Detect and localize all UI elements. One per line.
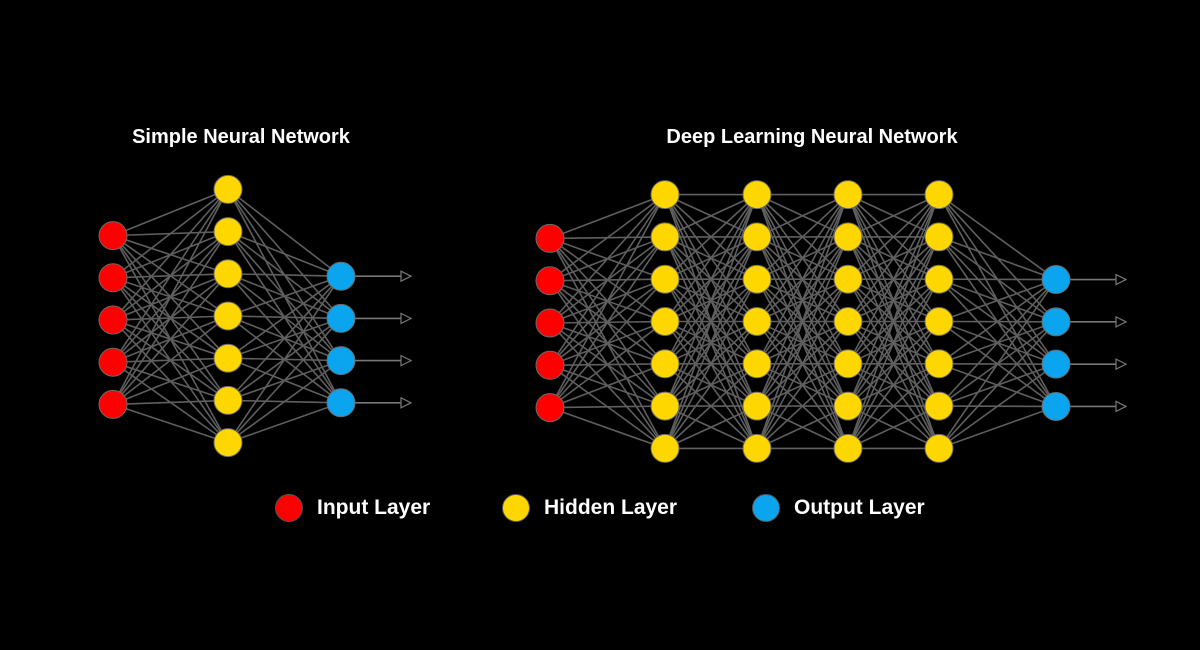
deep-output-layer-5 bbox=[1041, 265, 1071, 421]
hidden-node bbox=[742, 391, 772, 421]
output-node bbox=[1041, 307, 1071, 337]
hidden-node bbox=[213, 428, 243, 458]
hidden-node bbox=[742, 307, 772, 336]
hidden-node bbox=[924, 433, 954, 463]
hidden-node bbox=[650, 180, 680, 210]
hidden-node bbox=[742, 222, 772, 252]
input-node-icon bbox=[275, 494, 303, 522]
connection bbox=[227, 275, 342, 359]
hidden-node bbox=[924, 222, 954, 252]
connection bbox=[112, 188, 229, 363]
simple-output-layer-2 bbox=[326, 261, 356, 418]
output-node bbox=[326, 388, 356, 418]
legend-output-label: Output Layer bbox=[794, 496, 925, 519]
legend-input-label: Input Layer bbox=[317, 496, 431, 519]
legend-hidden: Hidden Layer bbox=[502, 494, 677, 522]
hidden-node bbox=[650, 391, 680, 421]
connection bbox=[549, 194, 666, 408]
hidden-node bbox=[924, 264, 954, 294]
simple-hidden-layer-1 bbox=[213, 174, 243, 458]
hidden-node bbox=[833, 433, 863, 463]
hidden-node bbox=[650, 349, 680, 379]
connection bbox=[938, 236, 1057, 281]
hidden-node bbox=[924, 391, 954, 421]
connection bbox=[227, 188, 342, 277]
deep-learning-neural-network bbox=[535, 180, 1126, 463]
hidden-node bbox=[213, 174, 243, 204]
hidden-node bbox=[833, 349, 863, 379]
hidden-node bbox=[650, 307, 680, 336]
input-node bbox=[535, 393, 565, 423]
hidden-node bbox=[213, 385, 243, 415]
connection bbox=[938, 321, 1057, 449]
legend-hidden-label: Hidden Layer bbox=[544, 496, 678, 519]
legend-input: Input Layer bbox=[275, 494, 430, 522]
connection bbox=[112, 188, 229, 237]
simple-network-title: Simple Neural Network bbox=[132, 126, 350, 148]
output-node bbox=[326, 346, 356, 376]
hidden-node bbox=[650, 433, 680, 463]
legend-output: Output Layer bbox=[752, 494, 925, 522]
connection bbox=[112, 231, 229, 405]
hidden-node-icon bbox=[502, 494, 530, 522]
hidden-node bbox=[833, 264, 863, 294]
connection bbox=[938, 193, 1057, 281]
output-node bbox=[326, 261, 356, 291]
deep-network-title: Deep Learning Neural Network bbox=[666, 126, 958, 148]
input-node bbox=[535, 223, 565, 253]
hidden-node bbox=[833, 180, 863, 210]
input-node bbox=[98, 389, 128, 419]
connection bbox=[227, 359, 342, 444]
output-node bbox=[1041, 265, 1071, 295]
hidden-node bbox=[213, 343, 243, 373]
output-node bbox=[1041, 349, 1071, 379]
connection bbox=[549, 194, 666, 324]
connection bbox=[549, 405, 666, 409]
input-node bbox=[535, 308, 565, 338]
connection bbox=[112, 315, 229, 406]
hidden-node bbox=[833, 222, 863, 252]
connection bbox=[938, 405, 1057, 450]
hidden-node bbox=[213, 301, 243, 331]
hidden-node bbox=[833, 391, 863, 421]
hidden-node bbox=[742, 349, 772, 379]
simple-neural-network bbox=[98, 174, 411, 458]
hidden-node bbox=[924, 180, 954, 210]
input-node bbox=[98, 347, 128, 377]
input-node bbox=[98, 263, 128, 293]
deep-connections bbox=[549, 193, 1057, 450]
hidden-node bbox=[650, 264, 680, 294]
connection bbox=[227, 275, 342, 317]
hidden-node bbox=[742, 264, 772, 294]
hidden-node bbox=[924, 307, 954, 336]
hidden-node bbox=[213, 217, 243, 247]
input-node bbox=[535, 350, 565, 380]
output-node-icon bbox=[752, 494, 780, 522]
hidden-node bbox=[650, 222, 680, 252]
hidden-node bbox=[742, 433, 772, 463]
connection bbox=[549, 193, 666, 240]
input-node bbox=[98, 305, 128, 335]
connection bbox=[549, 363, 666, 409]
hidden-node bbox=[833, 307, 863, 336]
connection bbox=[549, 406, 666, 450]
output-node bbox=[1041, 391, 1071, 421]
connection bbox=[227, 317, 342, 444]
hidden-node bbox=[213, 259, 243, 289]
connection bbox=[227, 275, 342, 444]
hidden-node bbox=[924, 349, 954, 379]
connection bbox=[227, 402, 342, 444]
connection bbox=[227, 230, 342, 277]
neural-network-diagram bbox=[98, 174, 1200, 463]
output-node bbox=[326, 303, 356, 333]
input-node bbox=[535, 266, 565, 296]
input-node bbox=[98, 221, 128, 251]
connection bbox=[112, 188, 229, 279]
connection bbox=[112, 399, 229, 406]
hidden-node bbox=[742, 180, 772, 210]
